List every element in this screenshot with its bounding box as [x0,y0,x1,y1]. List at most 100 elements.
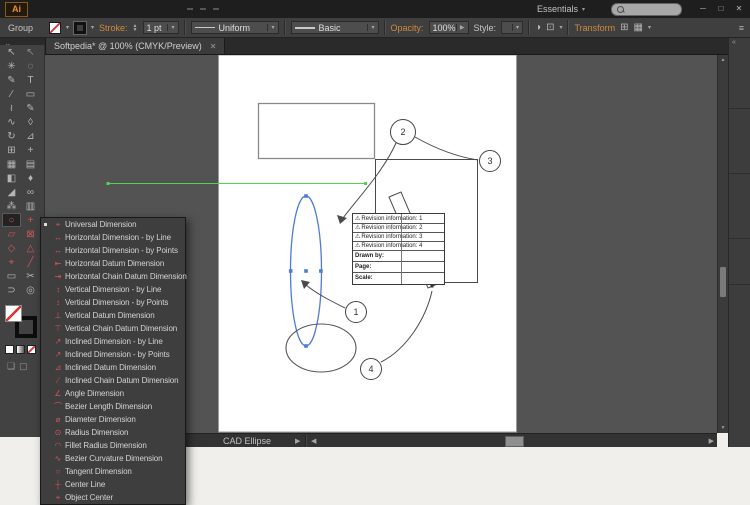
callout-circle-2[interactable]: 2 [390,119,416,145]
tool-icon[interactable]: ⌖ [2,255,21,269]
flyout-menu-item[interactable]: ⌀ Diameter Dimension [41,413,185,426]
tool-icon[interactable]: ↖ [2,45,21,59]
flyout-menu-item[interactable]: ◠ Fillet Radius Dimension [41,439,185,452]
tool-icon[interactable]: ⊞ [2,143,21,157]
workspace-switcher[interactable]: Essentials ▾ [537,4,585,14]
tool-icon[interactable]: T [21,73,40,87]
tool-icon[interactable]: ◧ [2,171,21,185]
tool-icon[interactable]: ♦ [21,171,40,185]
tool-icon[interactable]: ⊿ [21,129,40,143]
chevron-down-icon[interactable]: ▾ [559,24,562,31]
stroke-weight-field[interactable]: 1 pt ▾ [143,21,179,34]
app-bar-icon[interactable] [187,8,193,10]
dock-panel-icon[interactable] [729,261,750,280]
transform-link[interactable]: Transform [574,23,615,33]
tool-icon[interactable]: ◇ [2,241,21,255]
tool-icon[interactable]: + [21,143,40,157]
flyout-menu-item[interactable]: ↗ Inclined Dimension - by Points [41,348,185,361]
app-bar-icon[interactable] [200,8,206,10]
vertical-scrollbar[interactable]: ▲ ▼ [717,55,728,433]
color-button[interactable] [5,345,14,354]
tool-icon[interactable]: ✳ [2,59,21,73]
opacity-link[interactable]: Opacity: [391,23,424,33]
tool-icon[interactable]: ∕ [2,87,21,101]
dock-panel-icon[interactable] [729,85,750,104]
callout-circle-1[interactable]: 1 [345,301,367,323]
status-flyout-icon[interactable]: ▶ [295,437,300,445]
style-dropdown[interactable]: ▾ [501,21,523,34]
dock-panel-icon[interactable] [729,47,750,66]
stroke-weight-stepper[interactable]: ▲▼ [133,24,138,32]
tool-icon[interactable]: ↻ [2,129,21,143]
tool-icon[interactable]: ▦ [2,157,21,171]
tool-icon[interactable]: ⁂ [2,199,21,213]
tool-icon[interactable]: ◌ [21,59,40,73]
flyout-menu-item[interactable]: ⌖ Object Center [41,491,185,504]
width-profile-dropdown[interactable]: Uniform ▾ [191,21,279,34]
fill-color-swatch[interactable] [5,305,22,322]
panel-menu-icon[interactable]: ≡ [739,23,744,33]
horizontal-scrollbar-thumb[interactable] [505,436,524,447]
tool-icon[interactable]: ⊃ [2,283,21,297]
document-tab[interactable]: Softpedia* @ 100% (CMYK/Preview) ✕ [45,38,225,54]
flyout-menu-item[interactable]: ⊤ Vertical Chain Datum Dimension [41,322,185,335]
tab-close-icon[interactable]: ✕ [210,42,217,51]
dock-panel-icon[interactable] [729,66,750,85]
tool-icon[interactable]: ╱ [21,255,40,269]
dock-panel-icon[interactable] [729,238,750,261]
tool-icon[interactable]: ∿ [2,115,21,129]
align-icon[interactable]: ⊞ [620,22,628,33]
dock-panel-icon[interactable] [729,196,750,215]
tool-icon[interactable]: ∞ [21,185,40,199]
flyout-menu-item[interactable]: ∠ Angle Dimension [41,387,185,400]
flyout-menu-item[interactable]: ↔ Horizontal Dimension - by Points [41,244,185,257]
tool-icon[interactable]: ⊠ [21,227,40,241]
flyout-menu-item[interactable]: ○ Tangent Dimension [41,465,185,478]
tool-icon[interactable]: ▱ [2,227,21,241]
scroll-right-icon[interactable]: ▶ [709,437,714,445]
scroll-down-icon[interactable]: ▼ [718,425,728,431]
flyout-menu-item[interactable]: ↔ Horizontal Dimension - by Line [41,231,185,244]
flyout-menu-item[interactable]: ⊿ Inclined Datum Dimension [41,361,185,374]
tool-icon[interactable]: ✎ [2,73,21,87]
recolor-artwork-icon[interactable]: ◑ [535,22,541,33]
flyout-menu-item[interactable]: ┼ Center Line [41,478,185,491]
app-bar-icon[interactable] [213,8,219,10]
scroll-left-icon[interactable]: ◀ [311,437,316,445]
brush-dropdown[interactable]: Basic ▾ [291,21,379,34]
flyout-menu-item[interactable]: ⌒ Bezier Length Dimension [41,400,185,413]
flyout-menu-item[interactable]: ↕ Vertical Dimension - by Points [41,296,185,309]
tool-icon[interactable]: ▭ [21,87,40,101]
tool-icon[interactable]: ✂ [21,269,40,283]
minimize-button[interactable]: ─ [694,0,712,18]
dock-panel-icon[interactable] [729,215,750,234]
scrollbar-thumb[interactable] [720,267,726,297]
flyout-menu-item[interactable]: ⊙ Radius Dimension [41,426,185,439]
flyout-menu-item[interactable]: ⊥ Vertical Datum Dimension [41,309,185,322]
dock-panel-icon[interactable] [729,150,750,169]
tool-icon[interactable]: + [21,213,40,227]
fill-swatch[interactable] [49,22,61,34]
shape-mode-icon[interactable]: ▦ [634,22,643,33]
tool-icon[interactable]: ◊ [21,115,40,129]
revision-table[interactable]: ⚠ Revision information: 1 ⚠ Revision inf… [352,213,445,285]
dock-panel-icon[interactable] [729,307,750,326]
isolate-mask-icon[interactable]: ⊡ [546,22,554,33]
flyout-menu-item[interactable]: ↕ Vertical Dimension - by Line [41,283,185,296]
dock-panel-icon[interactable] [729,284,750,307]
tool-icon[interactable]: ◢ [2,185,21,199]
chevron-down-icon[interactable]: ▾ [648,24,651,31]
callout-circle-3[interactable]: 3 [479,150,501,172]
stroke-swatch[interactable] [74,22,86,34]
tool-icon[interactable]: ↖ [21,45,40,59]
gradient-button[interactable] [16,345,25,354]
chevron-down-icon[interactable]: ▾ [66,24,69,31]
draw-behind-icon[interactable]: ▢ [19,361,28,372]
tool-icon[interactable]: ▭ [2,269,21,283]
tool-icon[interactable]: ▤ [21,157,40,171]
none-button[interactable] [27,345,36,354]
search-input[interactable] [611,3,682,16]
dock-panel-icon[interactable] [729,108,750,131]
stroke-panel-link[interactable]: Stroke: [99,23,128,33]
draw-normal-icon[interactable]: ❏ [7,361,15,372]
